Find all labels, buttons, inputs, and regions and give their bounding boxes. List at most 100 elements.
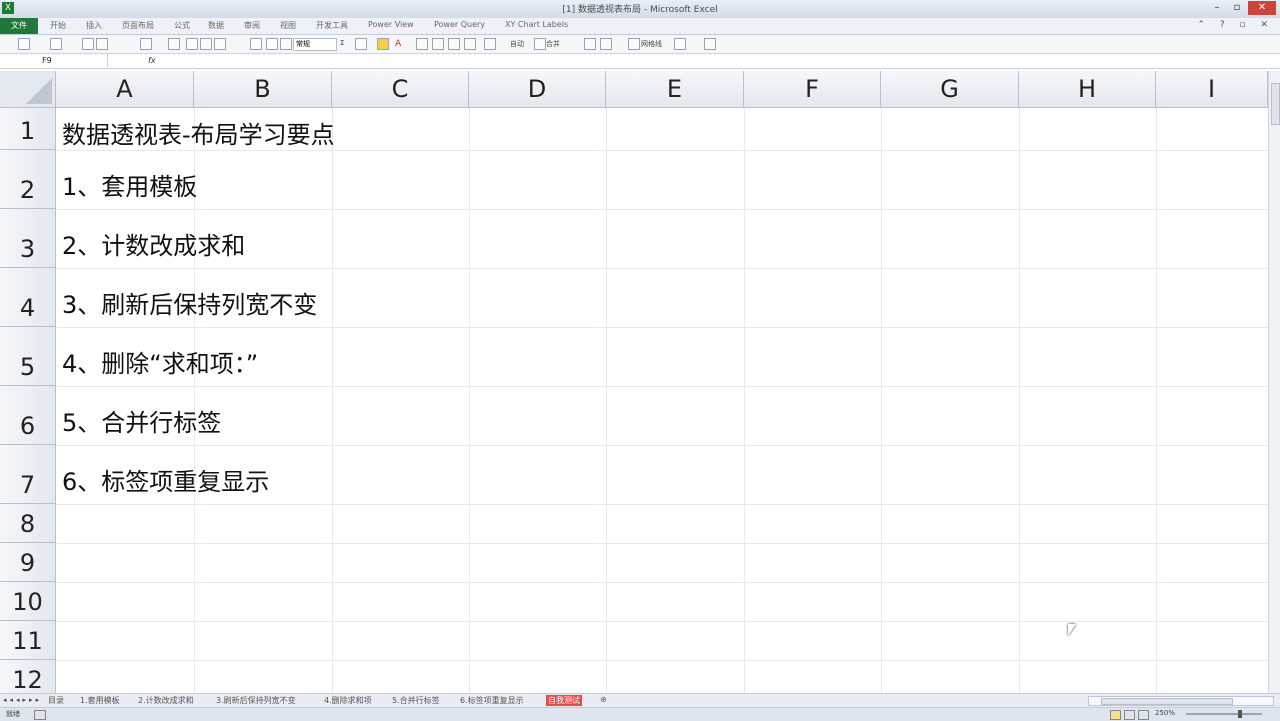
ribbon-help-icons[interactable]: ⌃ ? ▫ ✕: [1197, 20, 1274, 30]
number-format-select[interactable]: 常规: [293, 38, 337, 51]
merge-label[interactable]: 合并: [546, 39, 560, 49]
align-icon[interactable]: [214, 38, 226, 50]
cell-border-icon[interactable]: [200, 38, 212, 50]
merge-checkbox[interactable]: [534, 38, 546, 50]
tab-view[interactable]: 视图: [280, 20, 296, 31]
sheet-tab-catalog[interactable]: 目录: [48, 695, 64, 706]
column-header-g[interactable]: G: [881, 71, 1019, 108]
row-header-6[interactable]: 6: [0, 386, 56, 445]
column-header-i[interactable]: I: [1156, 71, 1268, 108]
column-header-e[interactable]: E: [606, 71, 744, 108]
tab-power-query[interactable]: Power Query: [434, 20, 485, 29]
sheet-nav-arrows[interactable]: ◂◂◂▸▸▸: [3, 696, 42, 704]
cell-a2[interactable]: 1、套用模板: [62, 167, 197, 202]
vertical-scroll-thumb[interactable]: [1271, 83, 1280, 125]
row-header-1[interactable]: 1: [0, 108, 56, 150]
minimize-button[interactable]: –: [1208, 1, 1226, 15]
horizontal-scroll-thumb[interactable]: [1101, 698, 1233, 705]
row-header-10[interactable]: 10: [0, 582, 56, 621]
redo-icon[interactable]: [96, 38, 108, 50]
sheet-tab-4[interactable]: 4.删除求和项: [324, 695, 372, 706]
cell-a7[interactable]: 6、标签项重复显示: [62, 462, 269, 497]
arrow-left-icon[interactable]: [584, 38, 596, 50]
normal-view-icon[interactable]: [1110, 710, 1121, 720]
column-header-d[interactable]: D: [469, 71, 606, 108]
zoom-level[interactable]: 250%: [1155, 709, 1175, 717]
align-left-icon[interactable]: [416, 38, 428, 50]
formula-input[interactable]: [165, 54, 1265, 67]
row-header-12[interactable]: 12: [0, 660, 56, 693]
tab-insert[interactable]: 插入: [86, 20, 102, 31]
row-header-7[interactable]: 7: [0, 445, 56, 504]
row-header-11[interactable]: 11: [0, 621, 56, 660]
select-all-button[interactable]: [0, 71, 56, 108]
row-header-5[interactable]: 5: [0, 327, 56, 386]
tab-home[interactable]: 开始: [50, 20, 66, 31]
cell-a5[interactable]: 4、删除“求和项：”: [62, 344, 258, 379]
align-center-icon[interactable]: [432, 38, 444, 50]
worksheet-grid[interactable]: A B C D E F G H I 1 2 3 4 5 6 7 8 9 10 1…: [0, 71, 1268, 693]
tab-power-view[interactable]: Power View: [368, 20, 414, 29]
tab-file[interactable]: 文件: [0, 18, 38, 34]
function-icon[interactable]: fx: [148, 54, 156, 67]
page-layout-view-icon[interactable]: [1124, 710, 1135, 720]
tab-review[interactable]: 审阅: [244, 20, 260, 31]
gridlines-label[interactable]: 网格线: [641, 39, 662, 49]
row-header-3[interactable]: 3: [0, 209, 56, 268]
tab-formulas[interactable]: 公式: [174, 20, 190, 31]
sheet-tab-2[interactable]: 2.计数改成求和: [138, 695, 194, 706]
vertical-scrollbar[interactable]: [1268, 71, 1280, 693]
row-header-8[interactable]: 8: [0, 504, 56, 543]
borders-icon[interactable]: [186, 38, 198, 50]
row-header-9[interactable]: 9: [0, 543, 56, 582]
cell-a4[interactable]: 3、刷新后保持列宽不变: [62, 285, 317, 320]
restore-button[interactable]: ▫: [1228, 1, 1246, 15]
sum-icon[interactable]: Σ: [340, 39, 344, 47]
chart-icon[interactable]: [674, 38, 686, 50]
grid-icon[interactable]: [464, 38, 476, 50]
zoom-slider[interactable]: [1186, 710, 1262, 718]
close-button[interactable]: ✕: [1248, 1, 1276, 15]
font-color-icon[interactable]: A: [395, 39, 401, 49]
highlight-icon[interactable]: [377, 38, 389, 50]
sheet-tab-6[interactable]: 6.标签项重复显示: [460, 695, 524, 706]
column-header-b[interactable]: B: [194, 71, 332, 108]
sheet-tab-self-test[interactable]: 自我测试: [546, 695, 582, 706]
macro-record-icon[interactable]: [34, 710, 46, 720]
insert-row-icon[interactable]: [250, 38, 262, 50]
delete-row-icon[interactable]: [266, 38, 278, 50]
column-header-a[interactable]: A: [56, 71, 194, 108]
sort-icon[interactable]: [168, 38, 180, 50]
column-header-f[interactable]: F: [744, 71, 881, 108]
undo-icon[interactable]: [50, 38, 62, 50]
column-header-c[interactable]: C: [332, 71, 469, 108]
cell-a6[interactable]: 5、合并行标签: [62, 403, 221, 438]
save-icon[interactable]: [82, 38, 94, 50]
wrap-text-label[interactable]: 自动: [510, 39, 524, 49]
name-box[interactable]: F9: [0, 54, 108, 67]
table-icon[interactable]: [280, 38, 292, 50]
arrow-right-icon[interactable]: [600, 38, 612, 50]
sheet-tab-5[interactable]: 5.合并行标签: [392, 695, 440, 706]
sheet-tab-3[interactable]: 3.刷新后保持列宽不变: [216, 695, 296, 706]
wrap-text-icon[interactable]: [484, 38, 496, 50]
fill-color-icon[interactable]: [355, 38, 367, 50]
add-sheet-icon[interactable]: ⊕: [600, 695, 607, 704]
row-header-2[interactable]: 2: [0, 150, 56, 209]
tab-developer[interactable]: 开发工具: [316, 20, 348, 31]
layout-icon[interactable]: [18, 38, 30, 50]
gridlines-checkbox[interactable]: [628, 38, 640, 50]
merge-icon[interactable]: [448, 38, 460, 50]
tab-page-layout[interactable]: 页面布局: [122, 20, 154, 31]
page-break-view-icon[interactable]: [1138, 710, 1149, 720]
cell-a1[interactable]: 数据透视表-布局学习要点: [62, 115, 335, 150]
sheet-tab-1[interactable]: 1.套用模板: [80, 695, 120, 706]
tab-data[interactable]: 数据: [208, 20, 224, 31]
column-header-h[interactable]: H: [1019, 71, 1156, 108]
zoom-icon[interactable]: [704, 38, 716, 50]
cell-a3[interactable]: 2、计数改成求和: [62, 226, 245, 261]
horizontal-scrollbar[interactable]: [1088, 696, 1274, 706]
row-header-4[interactable]: 4: [0, 268, 56, 327]
tab-xy-chart-labels[interactable]: XY Chart Labels: [505, 20, 568, 29]
format-painter-icon[interactable]: [140, 38, 152, 50]
